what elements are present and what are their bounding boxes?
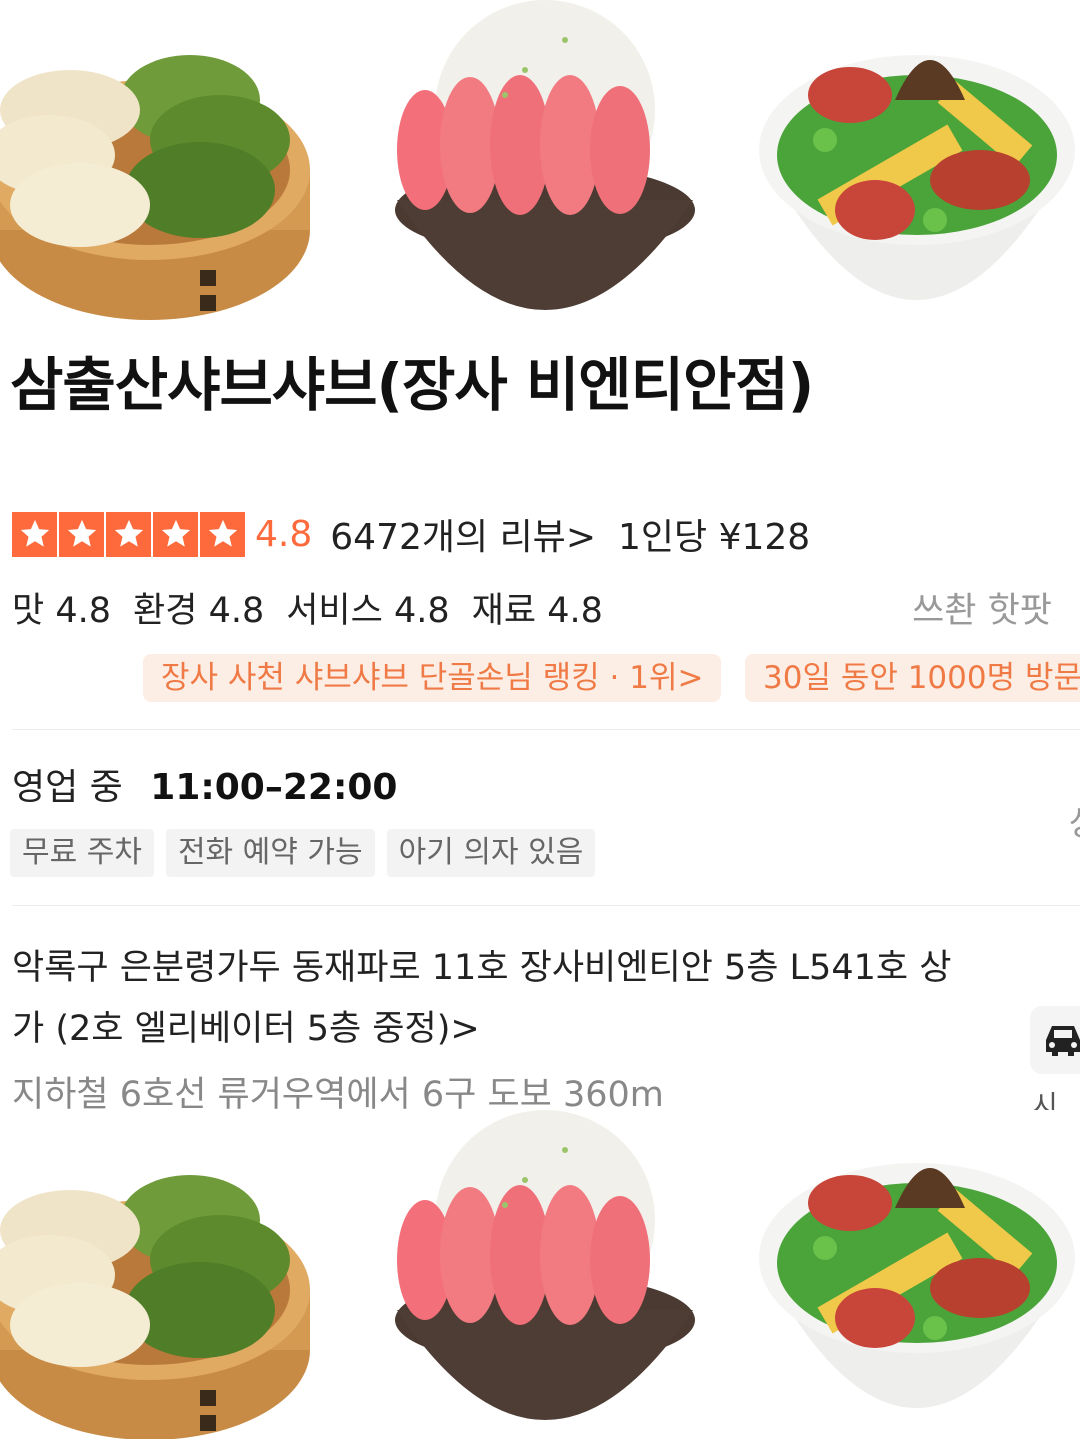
sub-score-ingredients: 재료 4.8	[471, 591, 603, 631]
facility-tags: 무료 주차 전화 예약 가능 아기 의자 있음	[10, 829, 596, 877]
address-link[interactable]: 악록구 은분령가두 동재파로 11호 장사비엔티안 5층 L541호 상가 (2…	[12, 938, 952, 1060]
sub-scores: 맛 4.8 환경 4.8 서비스 4.8 재료 4.8	[12, 582, 603, 633]
open-time: 11:00–22:00	[150, 767, 398, 808]
chevron-right-icon: >	[565, 517, 596, 558]
divider	[12, 729, 1080, 730]
navigation-label: 시	[1032, 1089, 1058, 1110]
star-icon	[12, 511, 57, 557]
tag-baby-chair: 아기 의자 있음	[386, 829, 596, 877]
tag-free-parking: 무료 주차	[10, 829, 154, 877]
car-icon	[1046, 1026, 1080, 1056]
sub-score-taste: 맛 4.8	[12, 591, 112, 631]
business-hours: 영업 중 11:00–22:00	[12, 758, 397, 810]
steamed-buns-basket-image	[0, 55, 310, 320]
edge-partial-text: 상	[1069, 796, 1080, 845]
star-rating	[12, 511, 245, 557]
peas-salad-bowl-image	[759, 55, 1075, 300]
tag-phone-reservation: 전화 예약 가능	[165, 829, 375, 877]
steamed-buns-basket-image	[0, 1175, 310, 1439]
visitors-badge[interactable]: 30일 동안 1000명 방문	[745, 654, 1080, 702]
category-label[interactable]: 쓰촨 핫팟	[912, 582, 1052, 633]
review-count: 6472개의 리뷰	[330, 517, 566, 558]
star-icon	[153, 511, 198, 557]
peas-salad-bowl-image	[759, 1163, 1075, 1408]
food-images-bottom	[0, 1110, 1080, 1439]
open-status: 영업 중	[12, 767, 123, 808]
navigation-button[interactable]	[1030, 1006, 1080, 1074]
sub-score-service: 서비스 4.8	[286, 591, 450, 631]
rating-score: 4.8	[255, 513, 313, 555]
ranking-badge[interactable]: 장사 사천 샤브샤브 단골손님 랭킹 · 1위>	[143, 654, 722, 702]
star-icon	[200, 511, 245, 557]
star-icon	[59, 511, 104, 557]
star-icon	[106, 511, 151, 557]
food-images-top	[0, 0, 1080, 330]
rating-row[interactable]: 4.8 6472개의 리뷰> 1인당 ¥128	[12, 510, 810, 558]
price-per-person: 1인당 ¥128	[617, 517, 811, 558]
sub-score-environment: 환경 4.8	[133, 591, 265, 631]
rice-ball-bowl-image	[395, 0, 695, 310]
divider	[12, 905, 1080, 906]
restaurant-title: 삼출산샤브샤브(장사 비엔티안점)	[10, 351, 814, 419]
review-count-link[interactable]: 6472개의 리뷰>	[330, 508, 596, 560]
rice-ball-bowl-image	[395, 1110, 695, 1420]
